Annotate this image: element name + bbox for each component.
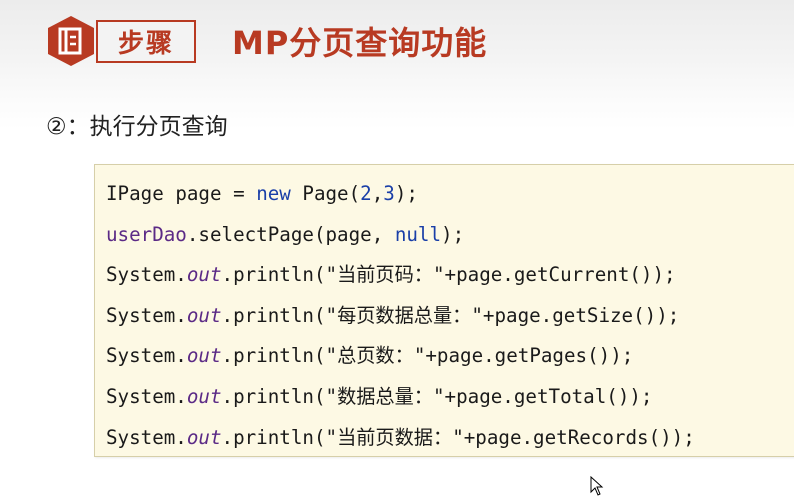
code-string: 当前页数据： [337, 426, 453, 449]
code-number: 2 [360, 182, 372, 205]
code-line-1: IPage page = new Page(2,3); [106, 178, 418, 210]
code-line-5: System.out.println("总页数："+page.getPages(… [106, 340, 633, 372]
code-text: System. [106, 263, 187, 286]
page-title: MP分页查询功能 [232, 24, 488, 62]
step-badge-icon [48, 16, 94, 66]
code-text: System. [106, 426, 187, 449]
code-text: "+page.getPages()); [413, 344, 634, 367]
code-text: .println(" [221, 304, 338, 327]
step-label: 步骤 [96, 20, 196, 63]
code-number: 3 [383, 182, 395, 205]
code-line-3: System.out.println("当前页码："+page.getCurre… [106, 259, 676, 291]
code-text: .println(" [221, 344, 338, 367]
code-text: .println(" [221, 385, 338, 408]
code-static-field: out [186, 426, 222, 449]
code-line-4: System.out.println("每页数据总量："+page.getSiz… [106, 300, 679, 332]
slide-header: 步骤 MP分页查询功能 [0, 0, 794, 100]
code-line-2: userDao.selectPage(page, null); [106, 219, 464, 251]
code-text: ); [394, 182, 418, 205]
code-text: .println(" [221, 263, 338, 286]
code-text: System. [106, 304, 187, 327]
code-static-field: out [186, 263, 222, 286]
code-static-field: out [186, 344, 222, 367]
code-block: IPage page = new Page(2,3); userDao.sele… [94, 164, 794, 457]
code-static-field: out [186, 385, 222, 408]
section-subtitle: ②：执行分页查询 [46, 114, 228, 140]
code-text: Page( [290, 182, 361, 205]
code-line-6: System.out.println("数据总量："+page.getTotal… [106, 381, 653, 413]
code-text: System. [106, 344, 187, 367]
code-keyword: new [256, 182, 291, 205]
code-text: System. [106, 385, 187, 408]
code-text: "+page.getTotal()); [433, 385, 653, 408]
code-field: userDao [106, 223, 187, 246]
code-text: .selectPage(page, [186, 223, 395, 246]
code-text: "+page.getSize()); [471, 304, 680, 327]
code-text: , [371, 182, 384, 205]
code-keyword: null [394, 223, 442, 246]
code-string: 当前页码： [337, 263, 433, 286]
code-string: 每页数据总量： [337, 304, 472, 327]
code-text: ); [441, 223, 465, 246]
code-string: 数据总量： [337, 385, 433, 408]
code-text: "+page.getRecords()); [452, 426, 695, 449]
mouse-pointer-icon [590, 476, 604, 496]
code-text: page = [163, 182, 257, 205]
code-static-field: out [186, 304, 222, 327]
code-string: 总页数： [337, 344, 414, 367]
code-text: .println(" [221, 426, 338, 449]
code-text: "+page.getCurrent()); [433, 263, 676, 286]
code-line-7: System.out.println("当前页数据："+page.getReco… [106, 422, 695, 454]
code-type: IPage [106, 182, 164, 205]
